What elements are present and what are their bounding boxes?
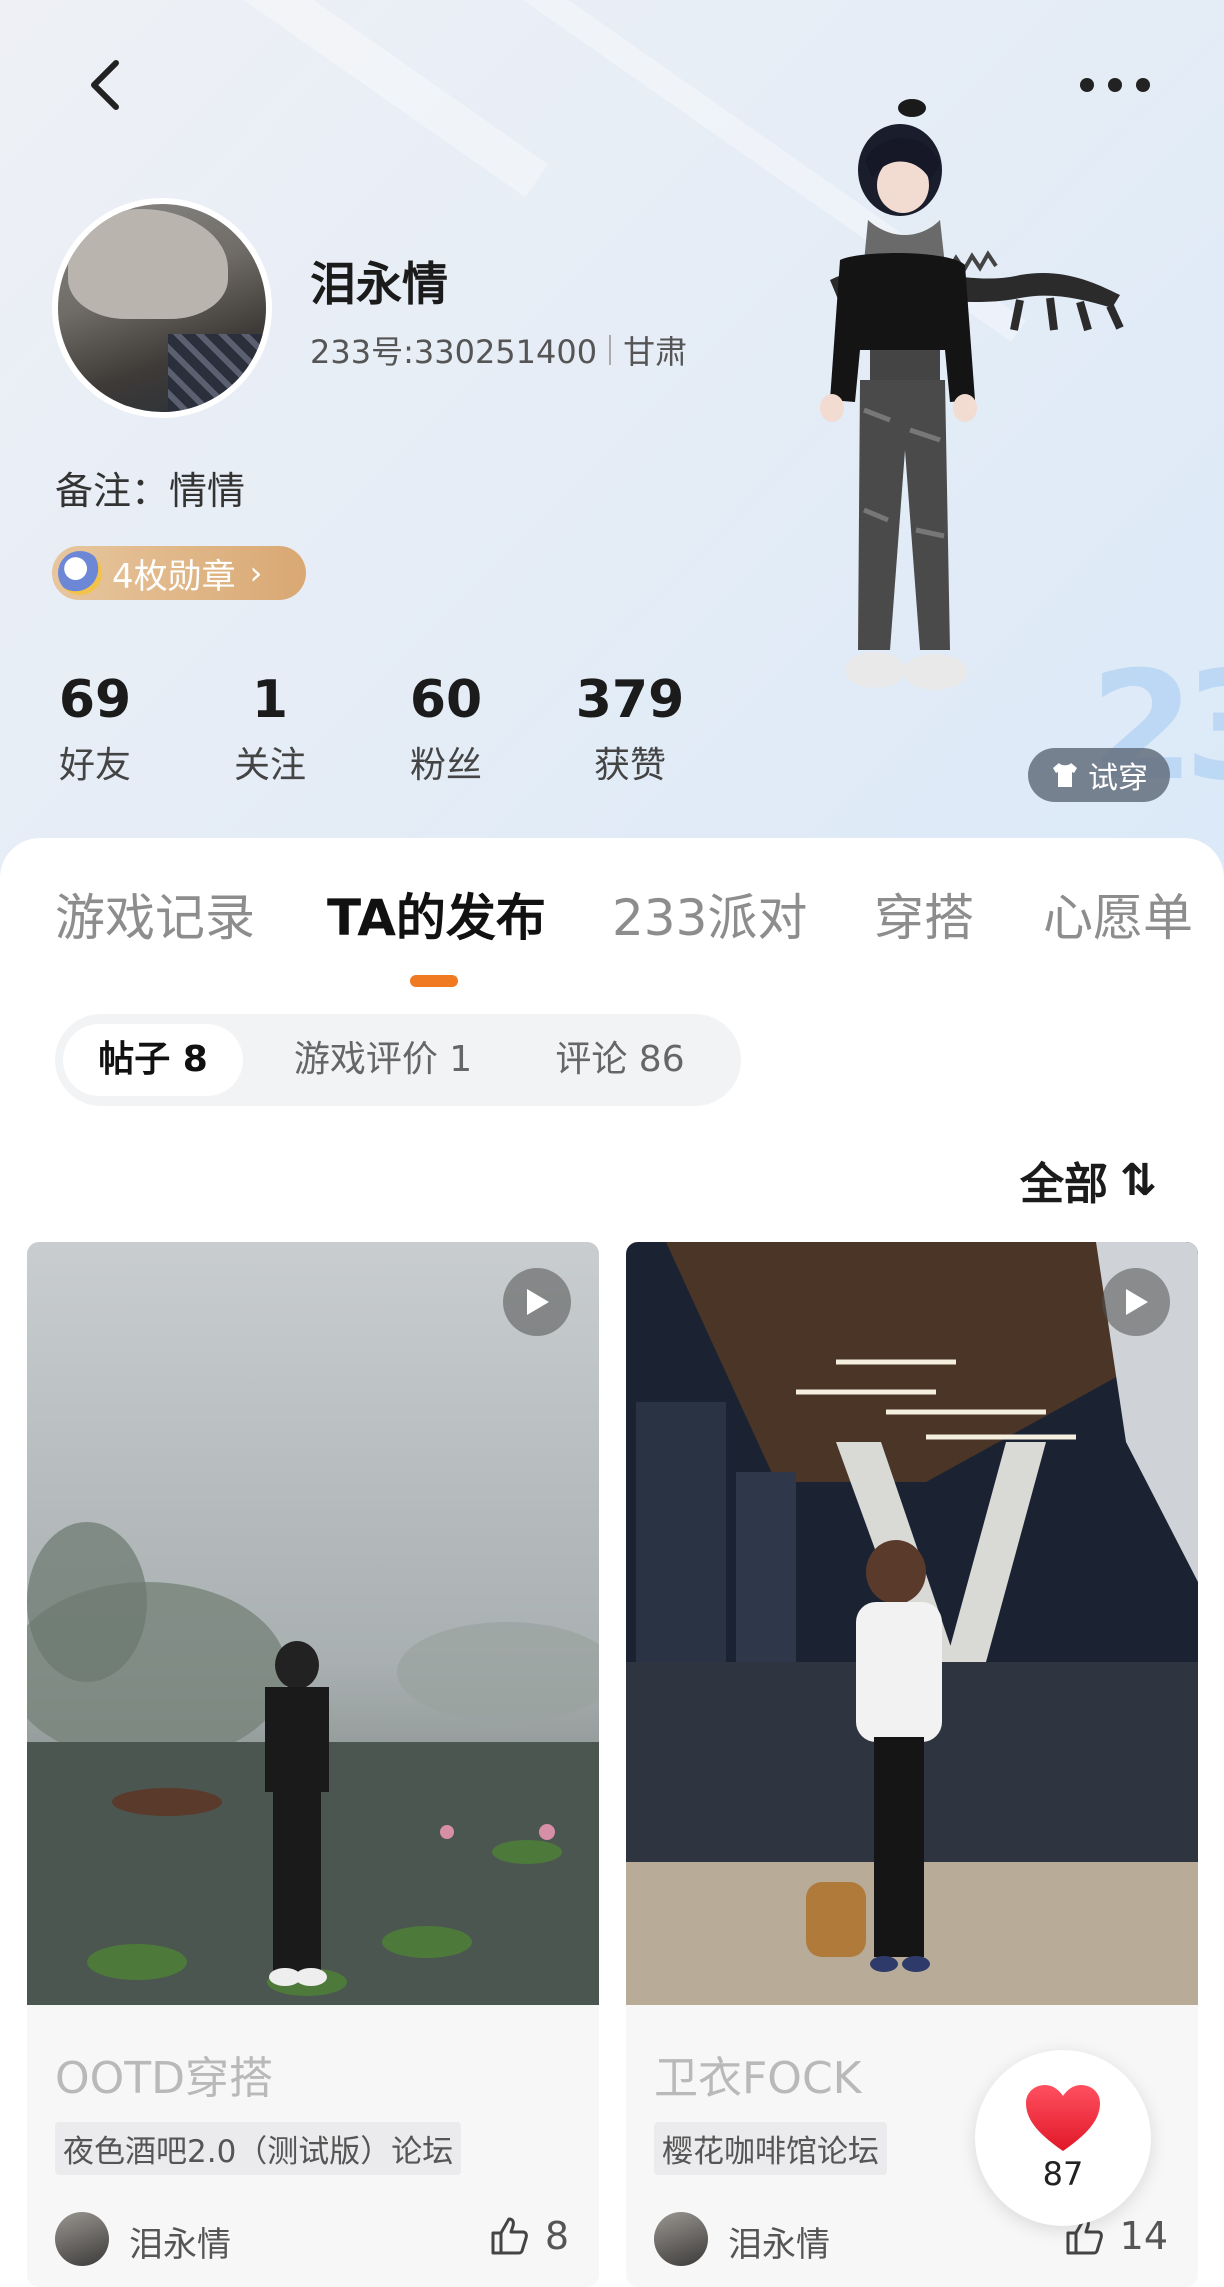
tab-indicator — [410, 975, 458, 987]
author-name[interactable]: 泪永情 — [728, 2217, 830, 2266]
subtab-posts[interactable]: 帖子 8 — [63, 1024, 243, 1096]
play-icon — [1126, 1289, 1148, 1315]
avatar[interactable] — [52, 198, 272, 418]
like-count: 14 — [1119, 2214, 1168, 2258]
stat-friends[interactable]: 69 好友 — [15, 670, 175, 788]
author-avatar[interactable] — [654, 2212, 708, 2266]
tab-wishlist[interactable]: 心愿单 — [1043, 878, 1193, 950]
stat-fans[interactable]: 60 粉丝 — [366, 670, 526, 788]
sort-label: 全部 — [1020, 1159, 1108, 1210]
forum-tag[interactable]: 夜色酒吧2.0（测试版）论坛 — [55, 2122, 462, 2175]
try-on-label: 试穿 — [1088, 761, 1148, 796]
play-button[interactable] — [503, 1268, 571, 1336]
author-avatar[interactable] — [55, 2212, 109, 2266]
subtab-game-reviews[interactable]: 游戏评价 1 — [263, 1024, 503, 1096]
stat-likes[interactable]: 379 获赞 — [550, 670, 710, 788]
sort-dropdown[interactable]: 全部 ⇅ — [1020, 1148, 1157, 1212]
heart-icon — [1026, 2085, 1100, 2151]
tab-posts[interactable]: TA的发布 — [327, 878, 546, 950]
post-image — [27, 1242, 599, 2005]
stat-following[interactable]: 1 关注 — [190, 670, 350, 788]
like-count: 8 — [544, 2214, 569, 2258]
divider — [609, 335, 612, 365]
forum-tag[interactable]: 樱花咖啡馆论坛 — [654, 2122, 887, 2175]
floating-like-count: 87 — [1042, 2155, 1084, 2193]
play-icon — [527, 1289, 549, 1315]
stats-row: 69 好友 1 关注 60 粉丝 379 获赞 — [0, 670, 720, 810]
tab-233-party[interactable]: 233派对 — [612, 878, 807, 950]
post-title: OOTD穿搭 — [55, 2053, 274, 2104]
avatar-character[interactable] — [760, 90, 1160, 770]
chevron-right-icon: › — [249, 554, 263, 592]
region: 甘肃 — [623, 333, 688, 371]
tab-bar: 游戏记录 TA的发布 233派对 穿搭 心愿单 — [0, 878, 1224, 958]
medals-label: 4枚勋章 — [112, 556, 236, 597]
thumbs-up-icon — [491, 2217, 528, 2255]
username: 泪永情 — [310, 257, 448, 311]
subtab-comments[interactable]: 评论 86 — [515, 1024, 725, 1096]
post-image — [626, 1242, 1198, 2005]
medals-button[interactable]: 4枚勋章 › — [52, 546, 306, 600]
profile-header: 233 泪永情 233号:330251400 甘肃 备注：情情 4枚勋章 › 6… — [0, 0, 1224, 900]
try-on-button[interactable]: 试穿 — [1028, 748, 1170, 802]
sort-icon: ⇅ — [1120, 1154, 1157, 1206]
tab-outfits[interactable]: 穿搭 — [874, 878, 974, 950]
subtab-bar: 帖子 8 游戏评价 1 评论 86 — [55, 1014, 741, 1106]
back-arrow-icon — [91, 60, 119, 110]
post-card[interactable]: OOTD穿搭 夜色酒吧2.0（测试版）论坛 泪永情 8 — [27, 1242, 599, 2287]
tab-game-records[interactable]: 游戏记录 — [55, 878, 255, 950]
remark: 备注：情情 — [55, 469, 246, 513]
play-button[interactable] — [1102, 1268, 1170, 1336]
floating-like-button[interactable]: 87 — [975, 2050, 1151, 2226]
uid-row: 233号:330251400 甘肃 — [310, 327, 687, 373]
uid: 233号:330251400 — [310, 333, 598, 371]
like-button[interactable]: 8 — [489, 2214, 569, 2258]
back-button[interactable] — [80, 55, 130, 115]
shirt-icon — [1053, 763, 1077, 787]
post-title: 卫衣FOCK — [654, 2053, 862, 2104]
author-name[interactable]: 泪永情 — [129, 2217, 231, 2266]
medal-icon — [58, 551, 102, 595]
